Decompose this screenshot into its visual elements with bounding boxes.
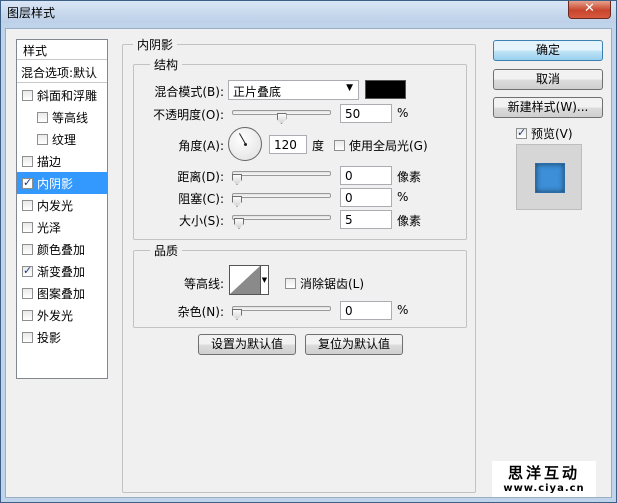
choke-label: 阻塞(C): [178, 192, 224, 206]
preview-check[interactable] [516, 126, 527, 139]
style-item-stroke[interactable]: 描边 [17, 150, 107, 172]
style-item-label: 渐变叠加 [37, 265, 86, 279]
style-item-label: 图案叠加 [37, 287, 86, 301]
choke-slider[interactable] [232, 193, 331, 198]
style-item-gradient-overlay[interactable]: 渐变叠加 [17, 260, 107, 282]
watermark-logo: 思洋互动 www.ciya.cn [492, 461, 596, 497]
style-item-label: 内阴影 [37, 177, 74, 191]
size-label: 大小(S): [178, 214, 224, 228]
quality-title: 品质 [150, 242, 183, 259]
style-item-outer-glow[interactable]: 外发光 [17, 304, 107, 326]
size-input[interactable]: 5 [340, 210, 392, 229]
size-slider[interactable] [232, 215, 331, 220]
dialog-body: 样式 混合选项:默认 斜面和浮雕等高线纹理描边内阴影内发光光泽颜色叠加渐变叠加图… [5, 28, 612, 498]
global-light-check[interactable] [334, 140, 345, 151]
contour-label: 等高线: [183, 277, 224, 291]
style-item-checkbox[interactable] [37, 112, 48, 123]
anti-alias-checkbox[interactable]: 消除锯齿(L) [285, 275, 364, 292]
style-item-checkbox[interactable] [22, 310, 33, 321]
close-button[interactable]: ✕ [568, 1, 611, 19]
structure-title: 结构 [150, 56, 183, 73]
style-item-checkbox[interactable] [22, 200, 33, 211]
reset-default-button[interactable]: 复位为默认值 [305, 334, 403, 355]
style-item-label: 外发光 [37, 309, 74, 323]
inner-shadow-title: 内阴影 [133, 36, 178, 53]
global-light-label: 使用全局光(G) [349, 139, 428, 153]
style-item-satin[interactable]: 光泽 [17, 216, 107, 238]
style-item-label: 描边 [37, 155, 62, 169]
distance-input[interactable]: 0 [340, 166, 392, 185]
style-item-checkbox[interactable] [22, 156, 33, 167]
style-item-label: 内发光 [37, 199, 74, 213]
distance-label: 距离(D): [177, 170, 224, 184]
ok-button[interactable]: 确定 [493, 40, 603, 61]
noise-input[interactable]: 0 [340, 301, 392, 320]
watermark-url: www.ciya.cn [503, 483, 585, 494]
blend-mode-label: 混合模式(B): [154, 85, 224, 99]
size-unit: 像素 [397, 214, 422, 228]
contour-dropdown-icon[interactable]: ▼ [260, 266, 268, 294]
distance-unit: 像素 [397, 170, 422, 184]
make-default-button[interactable]: 设置为默认值 [198, 334, 296, 355]
noise-unit: % [397, 303, 409, 317]
angle-unit: 度 [312, 139, 325, 153]
style-item-drop-shadow[interactable]: 投影 [17, 326, 107, 348]
style-item-checkbox[interactable] [22, 264, 33, 277]
watermark-title: 思洋互动 [507, 464, 580, 482]
style-item-label: 颜色叠加 [37, 243, 86, 257]
style-item-color-overlay[interactable]: 颜色叠加 [17, 238, 107, 260]
style-item-label: 等高线 [52, 111, 89, 125]
angle-input[interactable]: 120 [269, 135, 307, 154]
blend-mode-value: 正片叠底 [233, 85, 282, 99]
style-preview [516, 144, 582, 210]
preview-swatch [535, 163, 565, 193]
choke-unit: % [397, 190, 409, 204]
choke-input[interactable]: 0 [340, 188, 392, 207]
blend-options-item[interactable]: 混合选项:默认 [17, 61, 107, 83]
style-item-checkbox[interactable] [22, 332, 33, 343]
contour-curve-icon [230, 266, 260, 294]
style-item-checkbox[interactable] [22, 176, 33, 189]
noise-label: 杂色(N): [177, 305, 224, 319]
style-item-bevel-emboss[interactable]: 斜面和浮雕 [17, 84, 107, 106]
distance-slider[interactable] [232, 171, 331, 176]
layer-style-dialog: 图层样式 ✕ 样式 混合选项:默认 斜面和浮雕等高线纹理描边内阴影内发光光泽颜色… [0, 0, 617, 503]
style-item-checkbox[interactable] [22, 288, 33, 299]
contour-picker[interactable]: ▼ [229, 265, 269, 295]
blend-mode-select[interactable]: 正片叠底 ▼ [228, 80, 359, 100]
style-item-contour[interactable]: 等高线 [17, 106, 107, 128]
angle-label: 角度(A): [178, 139, 224, 153]
global-light-checkbox[interactable]: 使用全局光(G) [334, 137, 428, 154]
opacity-label: 不透明度(O): [153, 108, 224, 122]
style-item-inner-glow[interactable]: 内发光 [17, 194, 107, 216]
angle-center-dot [244, 143, 247, 146]
style-item-checkbox[interactable] [22, 90, 33, 101]
style-item-pattern-overlay[interactable]: 图案叠加 [17, 282, 107, 304]
style-item-label: 纹理 [52, 133, 77, 147]
cancel-button[interactable]: 取消 [493, 69, 603, 90]
opacity-unit: % [397, 106, 409, 120]
style-item-label: 投影 [37, 331, 62, 345]
shadow-color-swatch[interactable] [365, 80, 406, 99]
styles-list: 样式 混合选项:默认 斜面和浮雕等高线纹理描边内阴影内发光光泽颜色叠加渐变叠加图… [16, 39, 108, 379]
style-item-texture[interactable]: 纹理 [17, 128, 107, 150]
style-item-checkbox[interactable] [37, 134, 48, 145]
new-style-button[interactable]: 新建样式(W)... [493, 97, 603, 118]
preview-label: 预览(V) [531, 127, 573, 141]
anti-alias-check[interactable] [285, 278, 296, 289]
styles-header[interactable]: 样式 [17, 40, 107, 60]
anti-alias-label: 消除锯齿(L) [300, 277, 365, 291]
window-title: 图层样式 [7, 6, 56, 20]
style-item-checkbox[interactable] [22, 244, 33, 255]
style-item-label: 光泽 [37, 221, 62, 235]
angle-dial[interactable] [228, 127, 262, 161]
title-bar[interactable]: 图层样式 ✕ [1, 1, 616, 23]
chevron-down-icon: ▼ [346, 83, 353, 93]
noise-slider[interactable] [232, 306, 331, 311]
opacity-input[interactable]: 50 [340, 104, 392, 123]
style-item-inner-shadow[interactable]: 内阴影 [17, 172, 107, 194]
style-item-checkbox[interactable] [22, 222, 33, 233]
preview-checkbox[interactable]: 预览(V) [516, 125, 573, 142]
style-item-label: 斜面和浮雕 [37, 89, 98, 103]
